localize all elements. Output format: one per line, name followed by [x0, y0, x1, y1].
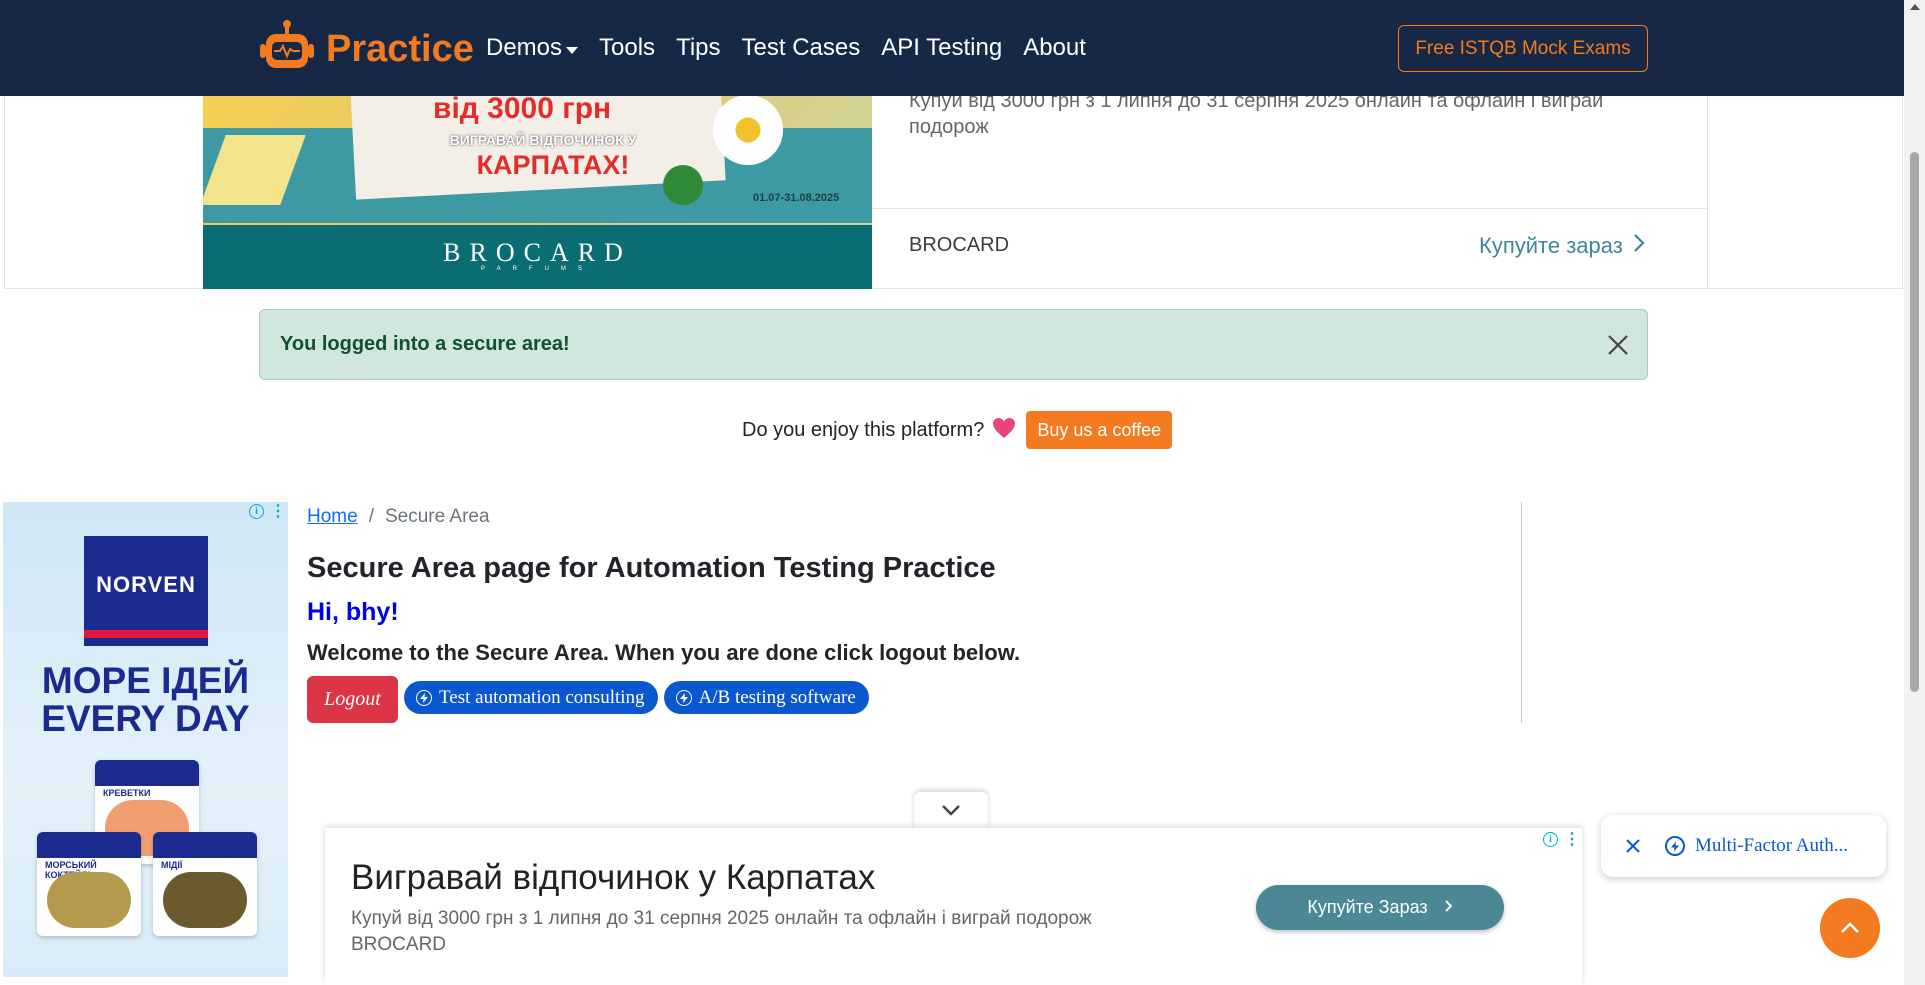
norven-logo-text: NORVEN	[96, 572, 196, 597]
coffee-prompt: Do you enjoy this platform? Buy us a cof…	[742, 411, 1173, 449]
bottom-ad-title: Вигравай відпочинок у Карпатах	[351, 858, 876, 897]
close-icon[interactable]	[1605, 332, 1631, 358]
floating-link-chip: Multi-Factor Auth...	[1601, 815, 1886, 877]
istqb-mock-exams-button[interactable]: Free ISTQB Mock Exams	[1398, 25, 1648, 72]
top-ad-cta-link[interactable]: Купуйте зараз	[1479, 233, 1645, 259]
ad-promo-place: КАРПАТАХ!	[476, 150, 630, 180]
lightning-circle-icon	[675, 689, 692, 706]
breadcrumb-separator: /	[368, 506, 374, 527]
page-scrollbar[interactable]	[1904, 0, 1925, 985]
bottom-ad-collapse-button[interactable]	[914, 792, 988, 828]
norven-logo-stripe	[84, 630, 208, 638]
ad-daisy-graphic	[713, 95, 783, 165]
chevron-right-icon	[1633, 233, 1645, 259]
robot-icon	[258, 18, 316, 80]
nav-links: Demos Tools Tips Test Cases API Testing …	[486, 34, 1086, 62]
top-ad-brand: BROCARD	[909, 234, 1010, 256]
ad-choices: i ⋮	[1543, 831, 1580, 847]
nav-item-tips[interactable]: Tips	[676, 34, 720, 62]
nav-item-label: Demos	[486, 34, 563, 61]
kebab-icon[interactable]: ⋮	[1564, 831, 1580, 847]
pill-label: Test automation consulting	[439, 686, 645, 708]
bottom-ad-brand: BROCARD	[351, 934, 447, 955]
top-ad-cta-label: Купуйте зараз	[1479, 233, 1623, 258]
ad-product-pack: МІДІЇ	[153, 832, 257, 936]
logout-button[interactable]: Logout	[307, 676, 398, 723]
page-title: Secure Area page for Automation Testing …	[307, 552, 996, 584]
ad-choices: i ⋮	[249, 503, 286, 519]
kebab-icon[interactable]: ⋮	[270, 503, 286, 519]
content-divider	[1521, 502, 1522, 723]
alert-message: You logged into a secure area!	[280, 333, 570, 355]
bottom-ad-description: Купуй від 3000 грн з 1 липня до 31 серпн…	[351, 906, 1092, 958]
ad-product-pack: МОРСЬКИЙ КОКТЕЙЛЬ	[37, 832, 141, 936]
ad-promo-date: 01.07-31.08.2025	[753, 192, 840, 204]
user-greeting: Hi, bhy!	[307, 598, 399, 626]
floating-chip-link[interactable]: Multi-Factor Auth...	[1695, 835, 1848, 857]
info-icon[interactable]: i	[1543, 832, 1558, 847]
bottom-ad-description-line: Купуй від 3000 грн з 1 липня до 31 серпн…	[351, 908, 1092, 929]
ad-brand-logo-sub: PARFUMS	[481, 266, 594, 272]
success-alert: You logged into a secure area!	[259, 309, 1648, 380]
buy-coffee-button[interactable]: Buy us a coffee	[1026, 411, 1173, 449]
lightning-circle-icon	[416, 689, 432, 706]
nav-item-tools[interactable]: Tools	[599, 34, 655, 62]
breadcrumb-home-link[interactable]: Home	[307, 506, 358, 528]
bottom-ad-cta-label: Купуйте Зараз	[1307, 897, 1428, 917]
ad-brand-logo: BROCARD	[443, 238, 632, 267]
bottom-ad-cta-button[interactable]: Купуйте Зараз	[1256, 885, 1504, 930]
info-icon[interactable]: i	[249, 504, 264, 519]
chevron-up-icon	[1840, 919, 1860, 938]
lightning-circle-icon	[1665, 836, 1685, 856]
chevron-down-icon	[941, 801, 961, 820]
top-ad-divider	[872, 208, 1708, 209]
ab-testing-software-link[interactable]: A/B testing software	[663, 681, 869, 714]
scrollbar-thumb[interactable]	[1910, 152, 1919, 692]
bottom-anchor-ad[interactable]: Вигравай відпочинок у Карпатах Купуй від…	[325, 828, 1582, 985]
coffee-question: Do you enjoy this platform?	[742, 418, 985, 441]
left-ad-tagline: МОРЕ ІДЕЙ EVERY DAY	[41, 660, 250, 739]
pill-label: A/B testing software	[698, 686, 856, 708]
site-logo[interactable]: Practice	[258, 18, 474, 80]
test-automation-consulting-link[interactable]: Test automation consulting	[404, 681, 658, 714]
logo-text: Practice	[326, 27, 474, 70]
ad-product-label: МІДІЇ	[161, 860, 183, 870]
left-side-ad[interactable]: NORVEN МОРЕ ІДЕЙ EVERY DAY КРЕВЕТКИ МОРС…	[3, 502, 288, 977]
ad-promo-amount: від 3000 грн	[433, 92, 612, 125]
nav-item-demos[interactable]: Demos	[486, 34, 579, 62]
breadcrumb-current: Secure Area	[384, 506, 490, 527]
close-icon[interactable]	[1621, 834, 1645, 858]
welcome-message: Welcome to the Secure Area. When you are…	[307, 640, 1021, 665]
scroll-up-arrow[interactable]	[1910, 4, 1920, 10]
caret-down-icon	[566, 34, 579, 62]
breadcrumb: Home / Secure Area	[307, 506, 490, 528]
nav-item-about[interactable]: About	[1023, 34, 1086, 62]
back-to-top-button[interactable]	[1820, 898, 1880, 958]
heart-icon	[992, 417, 1016, 443]
ad-promo-line: ВИГРАВАЙ ВІДПОЧИНОК У	[449, 132, 637, 148]
chevron-right-icon	[1444, 897, 1453, 918]
action-buttons: Logout Test automation consulting A/B te…	[307, 676, 869, 723]
navbar: Practice Demos Tools Tips Test Cases API…	[0, 0, 1904, 96]
nav-item-test-cases[interactable]: Test Cases	[742, 34, 861, 62]
ad-product-label: КРЕВЕТКИ	[103, 788, 151, 798]
nav-item-api-testing[interactable]: API Testing	[881, 34, 1002, 62]
